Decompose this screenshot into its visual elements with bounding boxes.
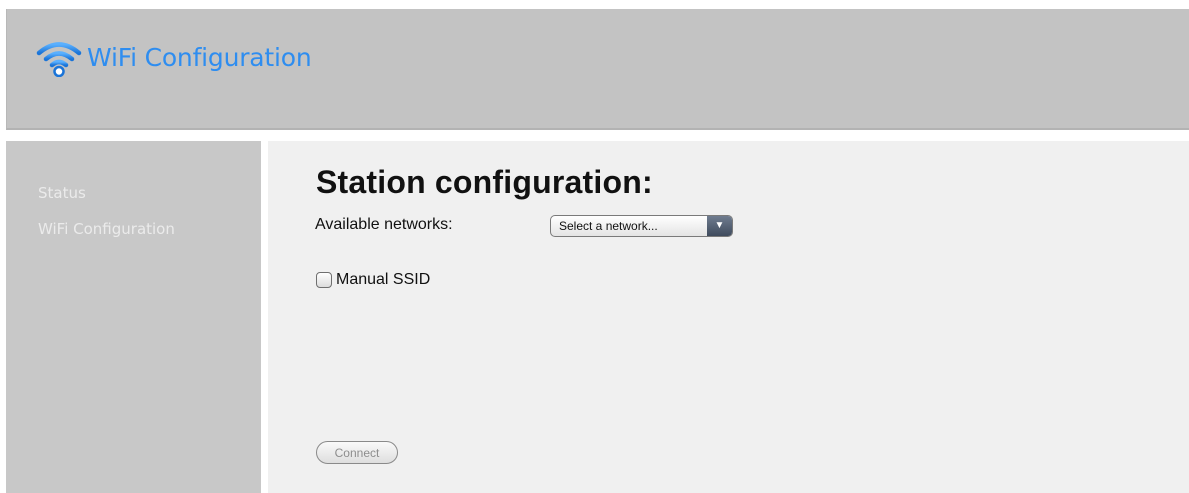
sidebar-item-wifi-configuration[interactable]: WiFi Configuration (38, 220, 175, 238)
manual-ssid-label: Manual SSID (336, 271, 431, 288)
available-networks-label: Available networks: (315, 216, 453, 233)
header: WiFi Configuration (6, 9, 1189, 130)
brand: WiFi Configuration (35, 39, 312, 77)
page-title: Station configuration: (316, 164, 653, 200)
wifi-icon (36, 42, 82, 77)
sidebar: Status WiFi Configuration (6, 141, 261, 493)
main-panel: Station configuration: Available network… (268, 141, 1189, 493)
manual-ssid-checkbox[interactable] (316, 272, 332, 288)
network-select[interactable]: Select a network... ▼ (550, 215, 733, 237)
app-title: WiFi Configuration (87, 43, 312, 72)
network-select-value: Select a network... (559, 219, 658, 233)
connect-button[interactable]: Connect (316, 441, 398, 464)
manual-ssid-option[interactable]: Manual SSID (316, 271, 430, 289)
sidebar-item-status[interactable]: Status (38, 184, 86, 202)
chevron-down-icon: ▼ (707, 216, 732, 236)
